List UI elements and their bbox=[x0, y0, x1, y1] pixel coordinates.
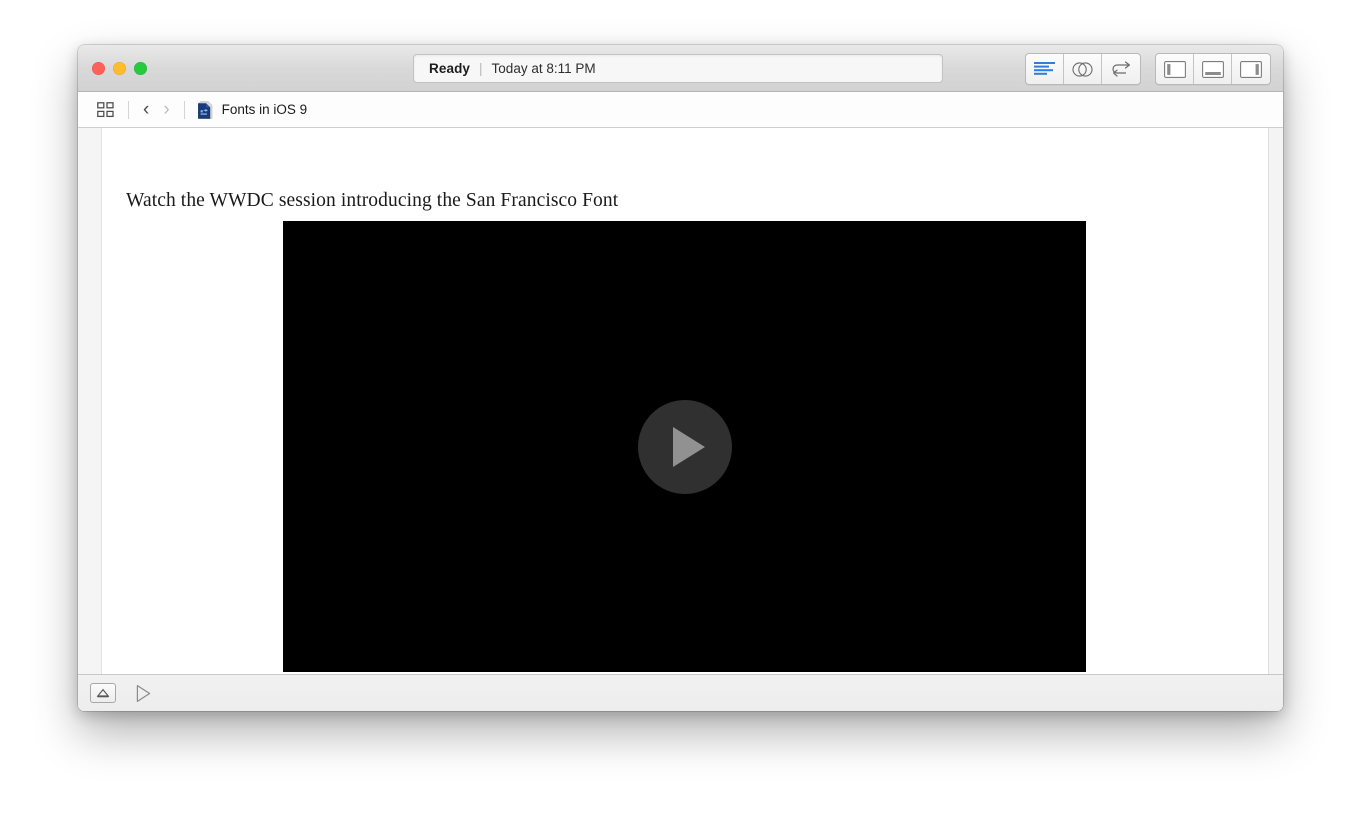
related-items-button[interactable] bbox=[90, 98, 121, 122]
jumpbar-divider-2 bbox=[184, 101, 185, 119]
playground-bottom-bar bbox=[78, 674, 1283, 711]
window-titlebar: Ready | Today at 8:11 PM bbox=[78, 45, 1283, 92]
close-button[interactable] bbox=[92, 62, 105, 75]
version-editor-button[interactable] bbox=[1102, 54, 1140, 84]
jump-bar: ‹ › Fonts in iOS 9 bbox=[78, 92, 1283, 128]
console-up-triangle-icon bbox=[95, 687, 111, 699]
utilities-toggle-button[interactable] bbox=[1232, 54, 1270, 84]
status-separator: | bbox=[479, 61, 483, 76]
play-button[interactable] bbox=[638, 400, 732, 494]
navigator-panel-icon bbox=[1164, 61, 1186, 78]
version-editor-icon bbox=[1111, 61, 1132, 77]
markup-paragraph: Watch the WWDC session introducing the S… bbox=[126, 190, 618, 212]
standard-editor-icon bbox=[1034, 62, 1055, 77]
related-items-icon bbox=[97, 102, 114, 118]
minimize-button[interactable] bbox=[113, 62, 126, 75]
breadcrumb[interactable]: Fonts in iOS 9 bbox=[192, 101, 314, 119]
utilities-panel-icon bbox=[1240, 61, 1262, 78]
editor-mode-segmented-control bbox=[1025, 53, 1141, 85]
activity-status-field[interactable]: Ready | Today at 8:11 PM bbox=[413, 54, 943, 83]
play-triangle-icon bbox=[135, 684, 152, 703]
results-sidebar bbox=[1268, 128, 1283, 674]
embedded-video-player[interactable] bbox=[283, 221, 1086, 672]
status-state-label: Ready bbox=[429, 61, 470, 76]
playground-editor: Watch the WWDC session introducing the S… bbox=[78, 128, 1283, 674]
debug-area-toggle-button[interactable] bbox=[1194, 54, 1232, 84]
status-detail-label: Today at 8:11 PM bbox=[492, 61, 596, 76]
chevron-right-icon: › bbox=[163, 100, 169, 119]
console-toggle-button[interactable] bbox=[90, 683, 116, 703]
assistant-editor-icon bbox=[1072, 61, 1093, 78]
chevron-left-icon: ‹ bbox=[143, 100, 149, 119]
debug-panel-icon bbox=[1202, 61, 1224, 78]
play-triangle-icon bbox=[673, 427, 705, 467]
workspace-panels-segmented-control bbox=[1155, 53, 1271, 85]
go-back-button[interactable]: ‹ bbox=[136, 98, 156, 122]
breadcrumb-label: Fonts in iOS 9 bbox=[222, 102, 308, 117]
xcode-window: Ready | Today at 8:11 PM bbox=[78, 45, 1283, 711]
editor-canvas[interactable]: Watch the WWDC session introducing the S… bbox=[102, 128, 1268, 674]
toolbar-right-controls bbox=[1025, 53, 1271, 85]
playground-file-icon bbox=[198, 101, 214, 119]
go-forward-button[interactable]: › bbox=[156, 98, 176, 122]
editor-line-gutter bbox=[78, 128, 102, 674]
zoom-button[interactable] bbox=[134, 62, 147, 75]
standard-editor-button[interactable] bbox=[1026, 54, 1064, 84]
jumpbar-divider-1 bbox=[128, 101, 129, 119]
assistant-editor-button[interactable] bbox=[1064, 54, 1102, 84]
navigator-toggle-button[interactable] bbox=[1156, 54, 1194, 84]
execute-playground-button[interactable] bbox=[130, 682, 156, 704]
traffic-light-group bbox=[92, 62, 147, 75]
